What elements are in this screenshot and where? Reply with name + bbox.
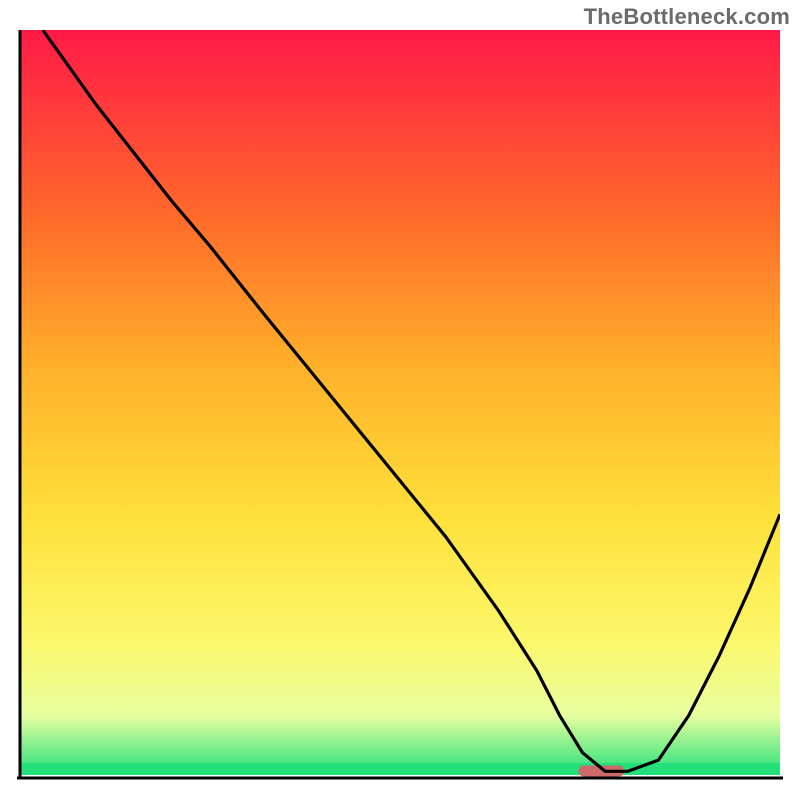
watermark-label: TheBottleneck.com [584, 4, 790, 30]
baseline-green-band [20, 763, 780, 775]
bottleneck-chart [0, 0, 800, 800]
chart-stage: TheBottleneck.com [0, 0, 800, 800]
gradient-background [20, 30, 780, 775]
